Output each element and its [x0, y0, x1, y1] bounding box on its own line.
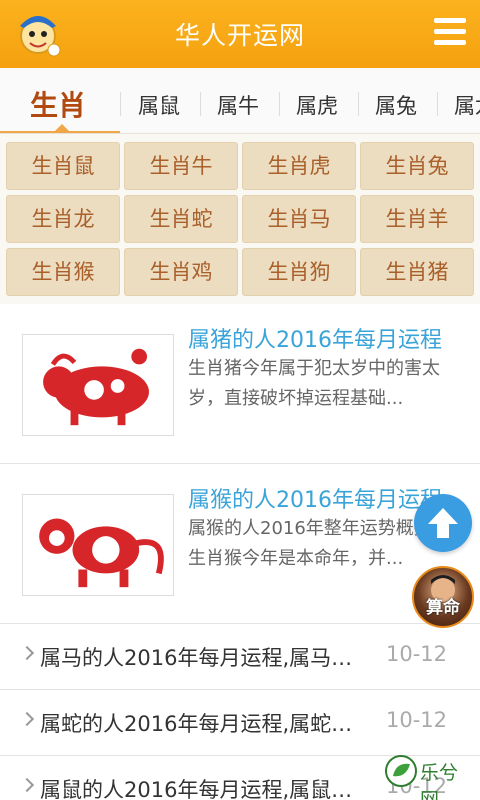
- app-title: 华人开运网: [174, 21, 305, 50]
- zodiac-cell[interactable]: 生肖鼠: [6, 142, 120, 190]
- zodiac-grid: 生肖鼠 生肖牛 生肖虎 生肖兔 生肖龙 生肖蛇 生肖马 生肖羊 生肖猴 生肖鸡 …: [0, 134, 480, 304]
- tab-divider: [358, 92, 359, 116]
- zodiac-cell[interactable]: 生肖鸡: [124, 248, 238, 296]
- article-card[interactable]: 属猴的人2016年每月运程 属猴的人2016年整年运势概括：生肖猴今年是本命年，…: [0, 464, 480, 624]
- tab-divider: [120, 92, 121, 116]
- arrow-up-icon: [428, 508, 458, 538]
- zodiac-cell[interactable]: 生肖狗: [242, 248, 356, 296]
- fortune-label: 算命: [426, 598, 460, 618]
- article-card[interactable]: 属猪的人2016年每月运程 生肖猪今年属于犯太岁中的害太岁，直接破坏掉运程基础.…: [0, 304, 480, 464]
- chevron-right-icon: [19, 777, 35, 793]
- list-item[interactable]: 属蛇的人2016年每月运程,属蛇的人 10-12: [0, 690, 480, 756]
- zodiac-cell[interactable]: 生肖羊: [360, 195, 474, 243]
- pig-papercut-icon: [22, 334, 174, 436]
- tab-long[interactable]: 属龙: [454, 90, 480, 120]
- zodiac-cell[interactable]: 生肖兔: [360, 142, 474, 190]
- tab-label: 生肖: [30, 89, 87, 122]
- article-desc: 生肖猪今年属于犯太岁中的害太岁，直接破坏掉运程基础...: [188, 358, 440, 409]
- zodiac-cell[interactable]: 生肖牛: [124, 142, 238, 190]
- app-header: 华人开运网: [0, 0, 480, 68]
- tab-shengxiao[interactable]: 生肖: [0, 68, 120, 133]
- zodiac-cell[interactable]: 生肖马: [242, 195, 356, 243]
- tab-tu[interactable]: 属兔: [375, 90, 417, 120]
- list-item-date: 10-12: [386, 642, 448, 666]
- tab-divider: [437, 92, 438, 116]
- zodiac-cell[interactable]: 生肖猴: [6, 248, 120, 296]
- zodiac-cell[interactable]: 生肖龙: [6, 195, 120, 243]
- site-watermark: 乐兮网: [384, 752, 476, 800]
- watermark-text: 乐兮网: [420, 762, 459, 800]
- zodiac-cell[interactable]: 生肖虎: [242, 142, 356, 190]
- chevron-right-icon: [19, 645, 35, 661]
- list-item-title: 属鼠的人2016年每月运程,属鼠的人: [40, 778, 368, 800]
- hamburger-menu-icon[interactable]: [434, 18, 466, 46]
- leaf-logo-icon: [385, 755, 417, 787]
- list-item-date: 10-12: [386, 708, 448, 732]
- fortune-telling-button[interactable]: 算命: [412, 566, 474, 628]
- list-item[interactable]: 属马的人2016年每月运程,属马的人 10-12: [0, 624, 480, 690]
- list-item-title: 属马的人2016年每月运程,属马的人: [40, 646, 368, 670]
- tab-hu[interactable]: 属虎: [296, 90, 338, 120]
- scroll-to-top-button[interactable]: [414, 494, 472, 552]
- zodiac-cell[interactable]: 生肖蛇: [124, 195, 238, 243]
- chevron-right-icon: [19, 711, 35, 727]
- monkey-papercut-icon: [22, 494, 174, 596]
- active-indicator: [55, 124, 69, 131]
- tab-divider: [279, 92, 280, 116]
- tab-niu[interactable]: 属牛: [217, 90, 259, 120]
- tab-shu[interactable]: 属鼠: [138, 90, 180, 120]
- zodiac-cell[interactable]: 生肖猪: [360, 248, 474, 296]
- article-title[interactable]: 属猪的人2016年每月运程: [188, 322, 458, 354]
- tab-divider: [200, 92, 201, 116]
- category-tabs: 生肖 属鼠 属牛 属虎 属兔 属龙: [0, 68, 480, 134]
- article-desc: 属猴的人2016年整年运势概括：生肖猴今年是本命年，并...: [188, 518, 450, 569]
- list-item-title: 属蛇的人2016年每月运程,属蛇的人: [40, 712, 368, 736]
